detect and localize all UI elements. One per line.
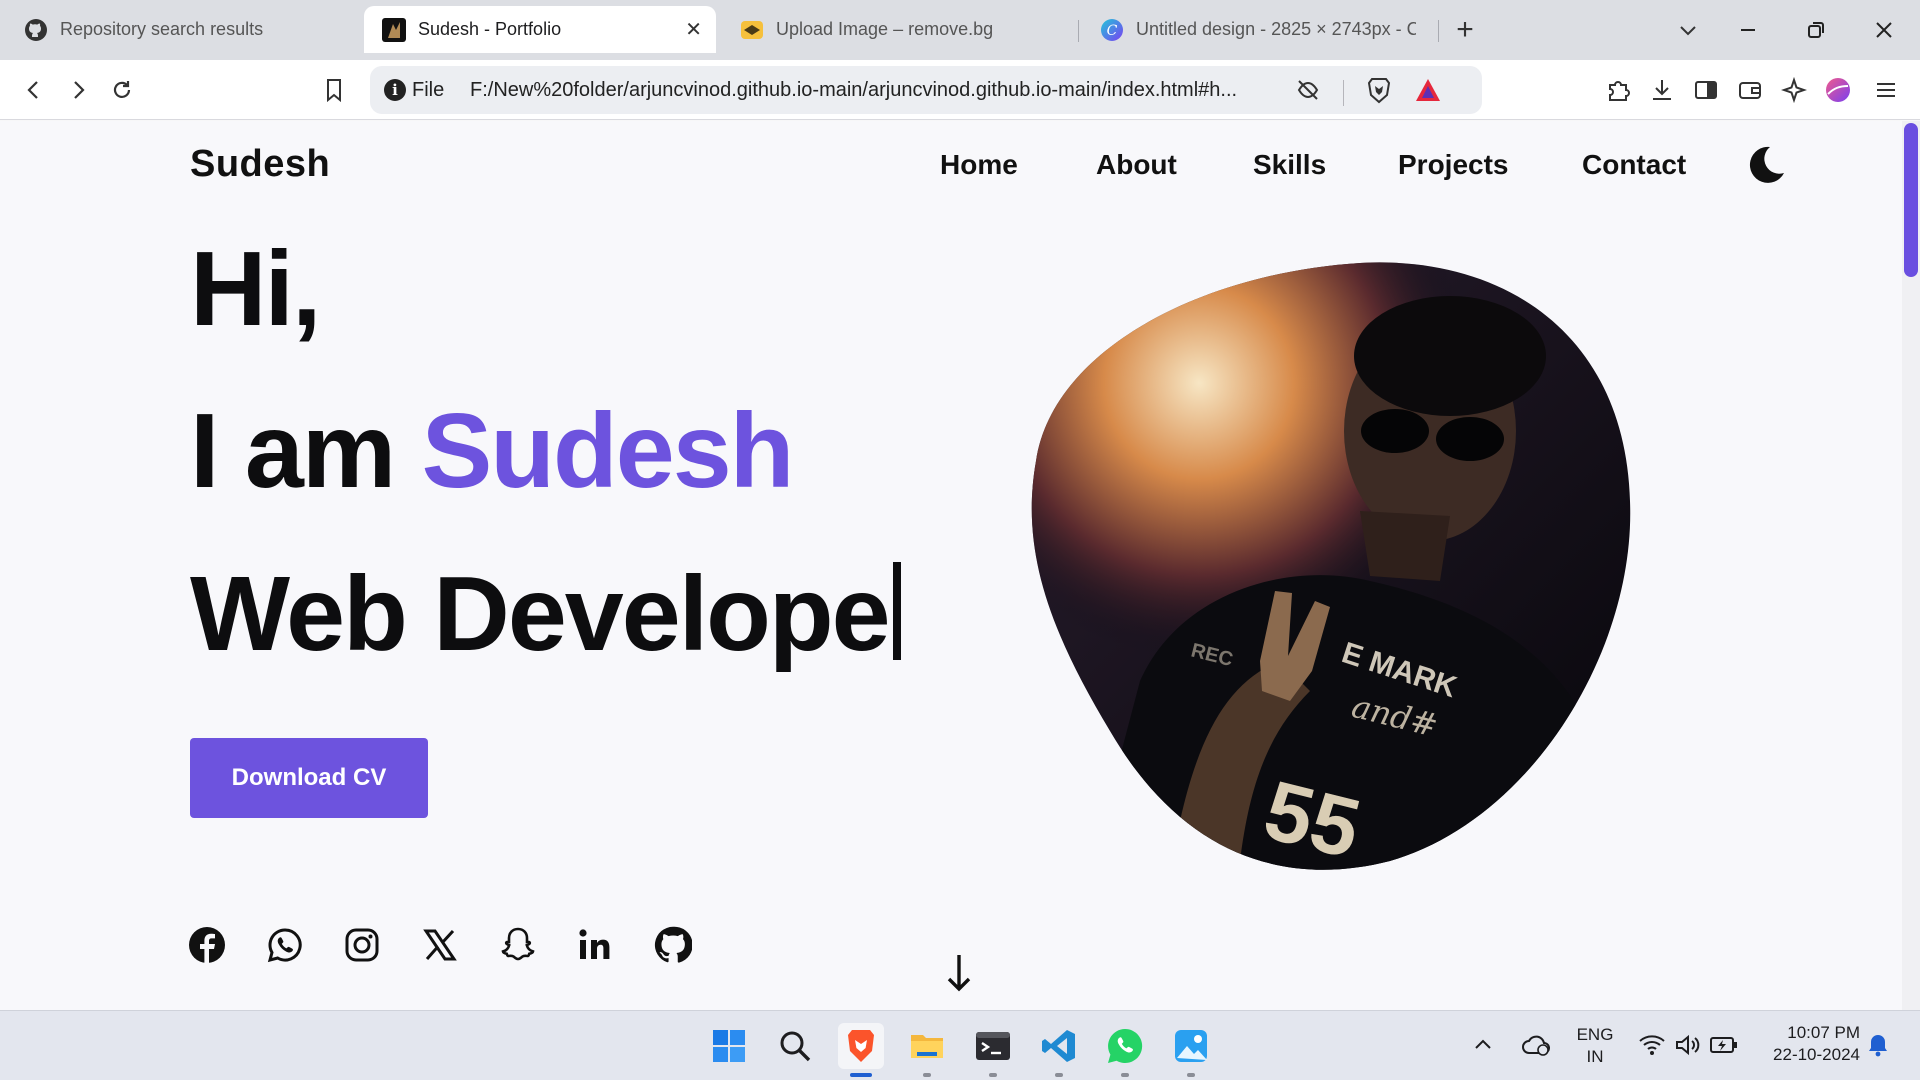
- brave-shields-icon[interactable]: [1366, 76, 1392, 109]
- page-viewport: Sudesh Home About Skills Projects Contac…: [0, 121, 1902, 1010]
- profile-photo: E MARK REC 55 and#: [1031, 262, 1631, 870]
- dark-mode-toggle-icon[interactable]: [1744, 143, 1788, 187]
- forward-icon[interactable]: [58, 70, 98, 110]
- hero-greeting: Hi,: [190, 230, 321, 348]
- nav-home[interactable]: Home: [940, 149, 1018, 181]
- github-icon: [24, 18, 48, 42]
- file-explorer-icon[interactable]: [904, 1023, 950, 1077]
- divider: [1343, 79, 1344, 106]
- site-logo[interactable]: Sudesh: [190, 143, 330, 186]
- browser-tab-strip: Repository search results Sudesh - Portf…: [0, 0, 1920, 60]
- info-icon[interactable]: i: [384, 79, 406, 101]
- removebg-icon: [740, 18, 764, 42]
- clock-date: 22-10-2024: [1773, 1045, 1860, 1064]
- bookmark-icon[interactable]: [314, 70, 354, 110]
- search-icon[interactable]: [772, 1023, 818, 1069]
- volume-icon[interactable]: [1668, 1025, 1708, 1065]
- running-indicator: [1055, 1073, 1063, 1077]
- url-text[interactable]: F:/New%20folder/arjuncvinod.github.io-ma…: [470, 79, 1290, 102]
- profile-avatar[interactable]: [1818, 70, 1858, 110]
- brave-browser-icon[interactable]: [838, 1023, 884, 1077]
- clock-time: 10:07 PM: [1787, 1023, 1860, 1042]
- close-tab-icon[interactable]: ✕: [685, 17, 702, 42]
- nav-projects[interactable]: Projects: [1398, 149, 1509, 181]
- onedrive-cloud-icon[interactable]: [1516, 1025, 1556, 1065]
- hero-role-text: Web Develope: [190, 555, 891, 673]
- facebook-icon[interactable]: [186, 924, 228, 966]
- tab-repository-search[interactable]: Repository search results: [6, 6, 358, 53]
- page-scrollbar[interactable]: [1902, 121, 1920, 1010]
- windows-taskbar: ENG IN 10:07 PM 22-10-2024: [0, 1010, 1920, 1080]
- language-code: ENG: [1576, 1025, 1614, 1044]
- hero-intro: I am Sudesh: [190, 391, 795, 512]
- tab-remove-bg[interactable]: Upload Image – remove.bg: [722, 6, 1074, 53]
- running-indicator: [923, 1073, 931, 1077]
- nav-about[interactable]: About: [1096, 149, 1177, 181]
- restore-icon[interactable]: [1796, 10, 1836, 50]
- nav-contact[interactable]: Contact: [1582, 149, 1686, 181]
- address-bar[interactable]: i File F:/New%20folder/arjuncvinod.githu…: [370, 66, 1482, 114]
- running-indicator: [1121, 1073, 1129, 1077]
- instagram-icon[interactable]: [341, 924, 383, 966]
- active-indicator: [850, 1073, 872, 1077]
- hero-role: Web Develope: [190, 554, 901, 675]
- site-favicon: [382, 17, 406, 42]
- svg-text:C: C: [1107, 23, 1118, 39]
- whatsapp-icon[interactable]: [1102, 1023, 1148, 1077]
- wifi-icon[interactable]: [1632, 1025, 1672, 1065]
- nav-skills[interactable]: Skills: [1253, 149, 1326, 181]
- leo-ai-icon[interactable]: [1774, 70, 1814, 110]
- scrollbar-thumb[interactable]: [1904, 123, 1918, 277]
- tab-title: Untitled design - 2825 × 2743px - C: [1136, 19, 1416, 39]
- region-code: IN: [1586, 1047, 1604, 1066]
- address-bar-actions: [1295, 76, 1442, 109]
- wallet-icon[interactable]: [1730, 70, 1770, 110]
- menu-icon[interactable]: [1866, 70, 1906, 110]
- hero-name: Sudesh: [421, 392, 795, 510]
- close-window-icon[interactable]: [1864, 10, 1904, 50]
- input-language-indicator[interactable]: ENG IN: [1572, 1024, 1618, 1068]
- brave-rewards-icon[interactable]: [1414, 77, 1442, 108]
- tab-title: Sudesh - Portfolio: [418, 19, 562, 39]
- battery-charging-icon[interactable]: [1704, 1025, 1744, 1065]
- canva-icon: C: [1100, 18, 1124, 42]
- minimize-icon[interactable]: [1728, 10, 1768, 50]
- tab-separator: [1438, 20, 1439, 42]
- terminal-icon[interactable]: [970, 1023, 1016, 1077]
- linkedin-icon[interactable]: [574, 924, 616, 966]
- clock[interactable]: 10:07 PM 22-10-2024: [1756, 1022, 1860, 1066]
- back-icon[interactable]: [14, 70, 54, 110]
- snapchat-icon[interactable]: [497, 924, 539, 966]
- scroll-down-arrow-icon[interactable]: [942, 951, 976, 995]
- new-tab-button[interactable]: +: [1450, 10, 1480, 50]
- tab-search-chevron-icon[interactable]: [1668, 10, 1708, 50]
- download-icon[interactable]: [1642, 70, 1682, 110]
- whatsapp-icon[interactable]: [264, 924, 306, 966]
- tab-title: Upload Image – remove.bg: [776, 19, 994, 39]
- hero-intro-prefix: I am: [190, 392, 422, 510]
- extensions-icon[interactable]: [1598, 70, 1638, 110]
- sidebar-icon[interactable]: [1686, 70, 1726, 110]
- tab-title: Repository search results: [60, 19, 264, 39]
- tab-sudesh-portfolio[interactable]: Sudesh - Portfolio ✕: [364, 6, 716, 53]
- typing-caret: [892, 562, 901, 660]
- download-cv-button[interactable]: Download CV: [190, 738, 428, 818]
- x-icon[interactable]: [419, 924, 461, 966]
- reader-mode-off-icon[interactable]: [1295, 77, 1321, 108]
- notification-bell-icon[interactable]: [1860, 1025, 1896, 1065]
- running-indicator: [989, 1073, 997, 1077]
- tab-canva-design[interactable]: C Untitled design - 2825 × 2743px - C: [1082, 6, 1434, 53]
- running-indicator: [1187, 1073, 1195, 1077]
- reload-icon[interactable]: [102, 70, 142, 110]
- windows-start-icon[interactable]: [706, 1023, 752, 1069]
- tab-separator: [1078, 20, 1079, 42]
- photos-icon[interactable]: [1168, 1023, 1214, 1077]
- show-hidden-icons-chevron[interactable]: [1468, 1025, 1498, 1065]
- vscode-icon[interactable]: [1036, 1023, 1082, 1077]
- github-icon[interactable]: [652, 924, 694, 966]
- browser-toolbar: i File F:/New%20folder/arjuncvinod.githu…: [0, 60, 1920, 120]
- url-scheme-label: File: [412, 79, 445, 101]
